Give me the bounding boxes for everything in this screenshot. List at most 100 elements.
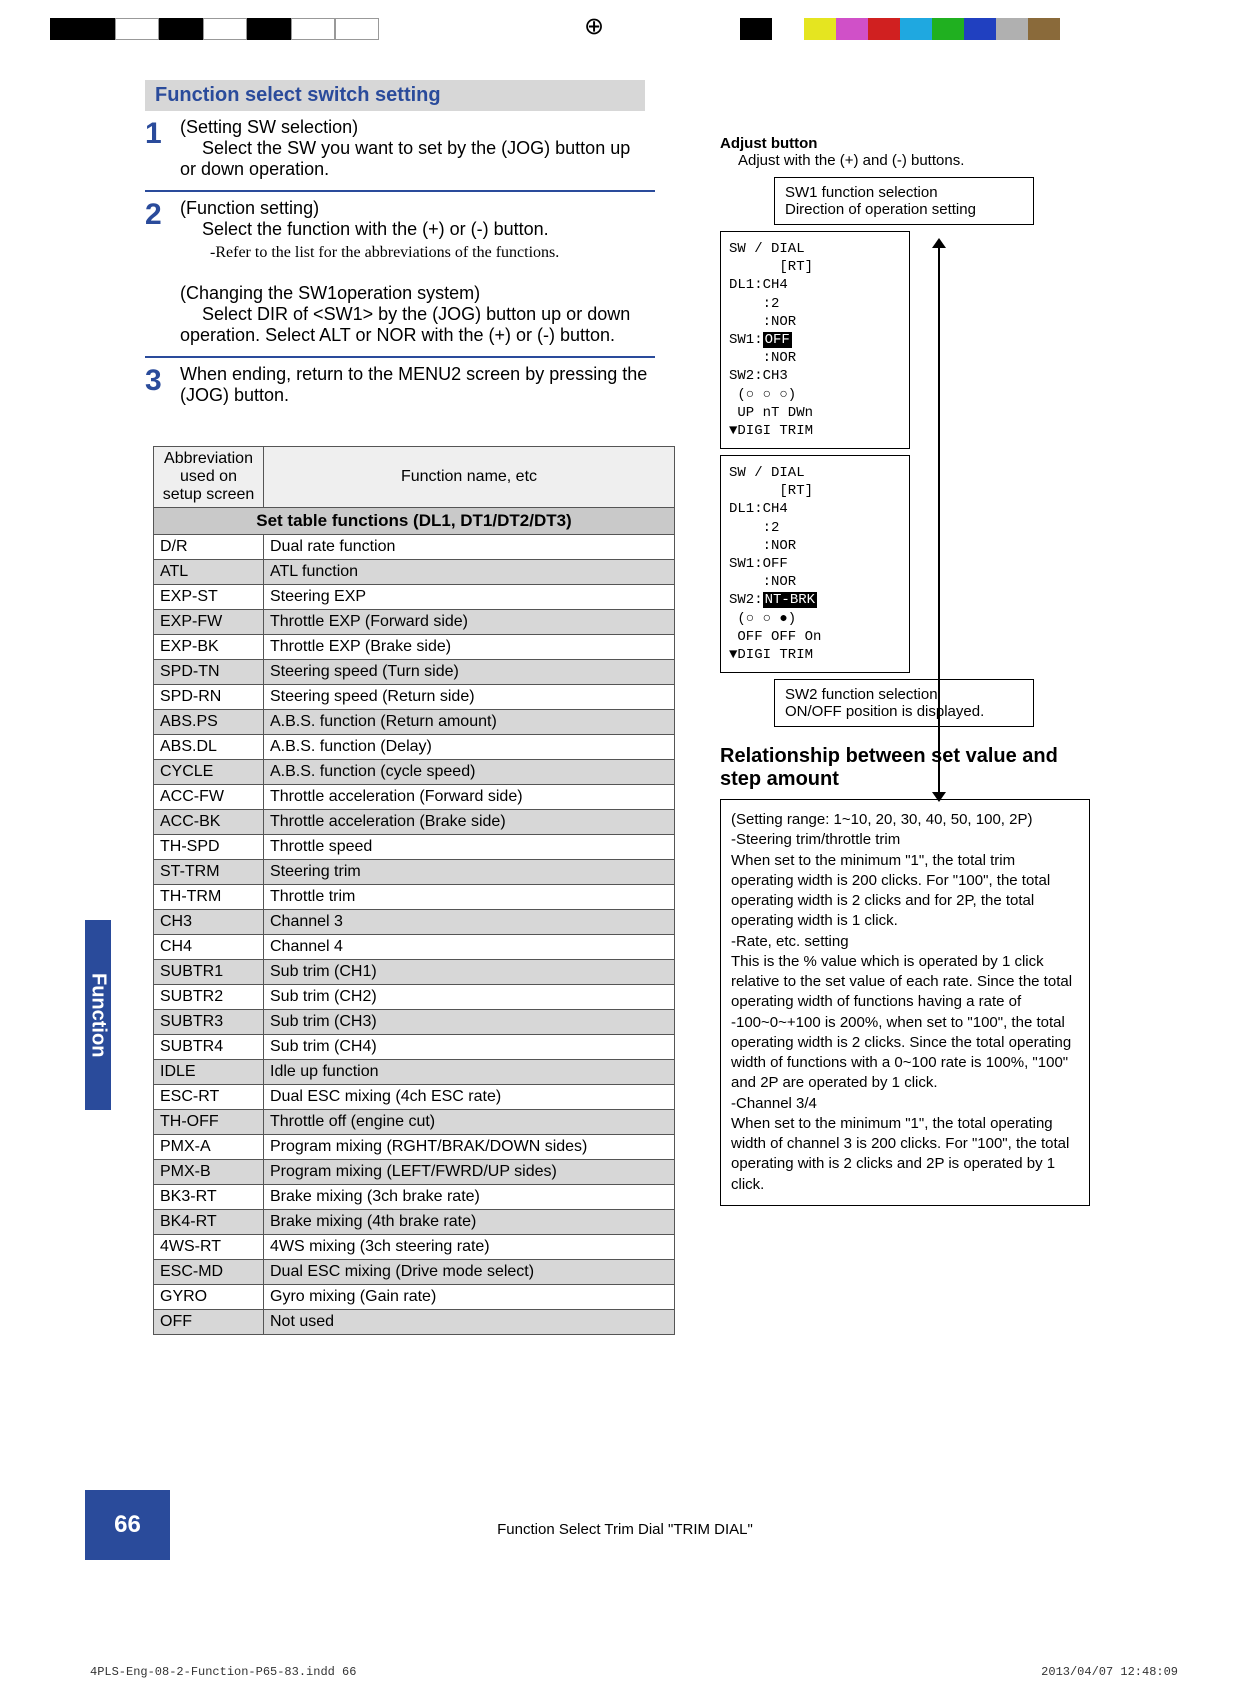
step-body: Select the SW you want to set by the (JO… (180, 138, 630, 179)
cell-abbr: TH-TRM (154, 885, 264, 910)
table-row: ATLATL function (154, 560, 675, 585)
cell-name: Program mixing (LEFT/FWRD/UP sides) (264, 1160, 675, 1185)
crosshair-icon: ⊕ (584, 12, 604, 41)
cell-name: A.B.S. function (Return amount) (264, 710, 675, 735)
table-col-name: Function name, etc (264, 447, 675, 508)
cell-abbr: ESC-RT (154, 1085, 264, 1110)
cell-abbr: SUBTR4 (154, 1035, 264, 1060)
table-row: CH3Channel 3 (154, 910, 675, 935)
sw2-line1: SW2 function selection (785, 686, 1023, 703)
cell-name: Dual ESC mixing (4ch ESC rate) (264, 1085, 675, 1110)
step-1: 1 (Setting SW selection) Select the SW y… (145, 111, 655, 192)
table-row: IDLEIdle up function (154, 1060, 675, 1085)
cell-name: Brake mixing (3ch brake rate) (264, 1185, 675, 1210)
step-3: 3 When ending, return to the MENU2 scree… (145, 358, 655, 416)
table-row: SUBTR2Sub trim (CH2) (154, 985, 675, 1010)
table-col-abbr: Abbreviation used on setup screen (154, 447, 264, 508)
vertical-arrow (929, 240, 949, 800)
cell-name: Sub trim (CH1) (264, 960, 675, 985)
sw1-line2: Direction of operation setting (785, 201, 1023, 218)
section-heading: Function select switch setting (145, 80, 645, 111)
cell-name: Steering EXP (264, 585, 675, 610)
adjust-text: Adjust with the (+) and (-) buttons. (738, 152, 1090, 169)
cell-name: Program mixing (RGHT/BRAK/DOWN sides) (264, 1135, 675, 1160)
cell-abbr: SPD-RN (154, 685, 264, 710)
step-body: When ending, return to the MENU2 screen … (180, 364, 647, 405)
table-row: EXP-BKThrottle EXP (Brake side) (154, 635, 675, 660)
table-row: CH4Channel 4 (154, 935, 675, 960)
cell-abbr: CH3 (154, 910, 264, 935)
cell-abbr: TH-OFF (154, 1110, 264, 1135)
cell-abbr: IDLE (154, 1060, 264, 1085)
cell-name: 4WS mixing (3ch steering rate) (264, 1235, 675, 1260)
cell-abbr: D/R (154, 535, 264, 560)
table-row: BK3-RTBrake mixing (3ch brake rate) (154, 1185, 675, 1210)
table-body: D/RDual rate functionATLATL functionEXP-… (154, 535, 675, 1335)
step-body-2: Select DIR of <SW1> by the (JOG) button … (180, 304, 630, 345)
cell-abbr: EXP-BK (154, 635, 264, 660)
imprint-left: 4PLS-Eng-08-2-Function-P65-83.indd 66 (90, 1665, 356, 1679)
cell-name: Throttle acceleration (Forward side) (264, 785, 675, 810)
cell-name: Sub trim (CH4) (264, 1035, 675, 1060)
cell-name: Steering trim (264, 860, 675, 885)
rel-p1: (Setting range: 1~10, 20, 30, 40, 50, 10… (731, 810, 1079, 830)
cell-name: Throttle acceleration (Brake side) (264, 810, 675, 835)
relationship-heading: Relationship between set value and step … (720, 745, 1090, 791)
cell-abbr: CH4 (154, 935, 264, 960)
lcd-screenshot-1: SW / DIAL [RT]DL1:CH4 :2 :NORSW1:OFF :NO… (720, 231, 910, 449)
rel-p6: -Channel 3/4 (731, 1094, 1079, 1114)
step-body: Select the function with the (+) or (-) … (202, 219, 549, 239)
table-row: EXP-STSteering EXP (154, 585, 675, 610)
cell-name: Throttle trim (264, 885, 675, 910)
sw1-line1: SW1 function selection (785, 184, 1023, 201)
rel-p2: -Steering trim/throttle trim (731, 830, 1079, 850)
cell-abbr: TH-SPD (154, 835, 264, 860)
cell-abbr: 4WS-RT (154, 1235, 264, 1260)
cell-name: Brake mixing (4th brake rate) (264, 1210, 675, 1235)
cell-name: Dual ESC mixing (Drive mode select) (264, 1260, 675, 1285)
cell-abbr: EXP-ST (154, 585, 264, 610)
table-row: GYROGyro mixing (Gain rate) (154, 1285, 675, 1310)
cell-name: A.B.S. function (cycle speed) (264, 760, 675, 785)
table-row: ABS.DLA.B.S. function (Delay) (154, 735, 675, 760)
cell-abbr: CYCLE (154, 760, 264, 785)
table-row: ST-TRMSteering trim (154, 860, 675, 885)
table-row: ACC-FWThrottle acceleration (Forward sid… (154, 785, 675, 810)
cell-abbr: GYRO (154, 1285, 264, 1310)
table-row: 4WS-RT4WS mixing (3ch steering rate) (154, 1235, 675, 1260)
cell-name: Sub trim (CH3) (264, 1010, 675, 1035)
cell-abbr: SUBTR1 (154, 960, 264, 985)
cell-abbr: ST-TRM (154, 860, 264, 885)
cell-abbr: ATL (154, 560, 264, 585)
relationship-box: (Setting range: 1~10, 20, 30, 40, 50, 10… (720, 799, 1090, 1206)
table-row: PMX-AProgram mixing (RGHT/BRAK/DOWN side… (154, 1135, 675, 1160)
cell-abbr: BK4-RT (154, 1210, 264, 1235)
cell-abbr: EXP-FW (154, 610, 264, 635)
table-row: PMX-BProgram mixing (LEFT/FWRD/UP sides) (154, 1160, 675, 1185)
table-row: SUBTR3Sub trim (CH3) (154, 1010, 675, 1035)
cell-abbr: BK3-RT (154, 1185, 264, 1210)
right-column: Adjust button Adjust with the (+) and (-… (720, 135, 1090, 1206)
table-row: TH-TRMThrottle trim (154, 885, 675, 910)
cell-abbr: ABS.PS (154, 710, 264, 735)
step-subtitle: (Changing the SW1operation system) (180, 283, 480, 303)
step-title: (Function setting) (180, 198, 319, 218)
cell-abbr: PMX-B (154, 1160, 264, 1185)
step-number: 3 (145, 364, 171, 398)
cell-name: Throttle EXP (Brake side) (264, 635, 675, 660)
cell-name: Gyro mixing (Gain rate) (264, 1285, 675, 1310)
table-row: SUBTR4Sub trim (CH4) (154, 1035, 675, 1060)
cell-abbr: SPD-TN (154, 660, 264, 685)
table-title: Set table functions (DL1, DT1/DT2/DT3) (154, 508, 675, 535)
cell-name: Sub trim (CH2) (264, 985, 675, 1010)
sw2-caption-box: SW2 function selection ON/OFF position i… (774, 679, 1034, 727)
step-number: 1 (145, 117, 171, 151)
table-row: CYCLEA.B.S. function (cycle speed) (154, 760, 675, 785)
cell-name: Idle up function (264, 1060, 675, 1085)
rel-p3: When set to the minimum "1", the total t… (731, 851, 1079, 932)
cell-name: Throttle EXP (Forward side) (264, 610, 675, 635)
steps-list: 1 (Setting SW selection) Select the SW y… (145, 111, 655, 416)
table-row: OFFNot used (154, 1310, 675, 1335)
footer-text: Function Select Trim Dial "TRIM DIAL" (85, 1521, 1165, 1538)
sw1-caption-box: SW1 function selection Direction of oper… (774, 177, 1034, 225)
